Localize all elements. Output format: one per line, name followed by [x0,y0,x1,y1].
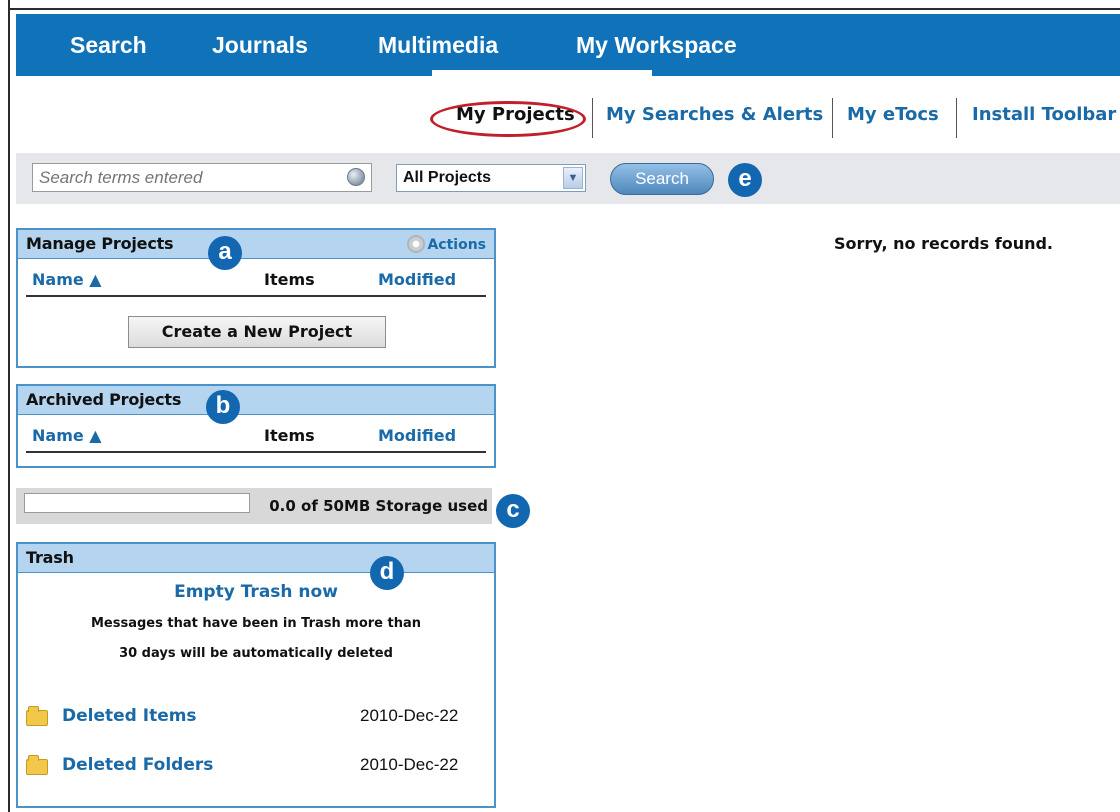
storage-meter: 0.0 of 50MB Storage used [16,488,492,524]
top-navigation-bar: Search Journals Multimedia My Workspace [16,14,1120,78]
manage-projects-panel: Manage Projects Actions Name ▲ Items Mod… [16,228,496,368]
chevron-down-icon[interactable]: ▼ [563,167,583,189]
sort-by-name[interactable]: Name ▲ [32,426,102,445]
deleted-items-link[interactable]: Deleted Items [62,706,197,726]
callout-b: b [206,390,240,424]
active-tab-indicator [432,70,652,78]
callout-c: c [496,494,530,528]
folder-icon [26,755,48,775]
search-button[interactable]: Search [610,163,714,195]
empty-trash-link[interactable]: Empty Trash now [18,582,494,602]
panel-header: Trash [18,544,494,573]
callout-d: d [370,556,404,590]
panel-title: Trash [26,548,74,567]
divider [26,451,486,453]
storage-progress-bar [24,493,250,513]
magnifier-icon[interactable] [347,168,365,186]
panel-title: Manage Projects [26,234,174,253]
no-records-message: Sorry, no records found. [834,234,1054,253]
callout-e: e [728,163,762,197]
trash-message-line-2: 30 days will be automatically deleted [119,646,393,661]
panel-header: Manage Projects Actions [18,230,494,259]
subnav-my-searches-alerts[interactable]: My Searches & Alerts [606,104,823,125]
divider [26,295,486,297]
trash-message-line-1: Messages that have been in Trash more th… [90,616,422,631]
sort-by-modified[interactable]: Modified [378,426,456,445]
trash-panel: Trash Empty Trash now Messages that have… [16,542,496,808]
items-column-header: Items [264,270,315,289]
nav-my-workspace[interactable]: My Workspace [576,32,737,59]
scope-select-value: All Projects [403,169,492,186]
panel-header: Archived Projects [18,386,494,415]
actions-menu[interactable]: Actions [407,235,486,253]
create-project-button[interactable]: Create a New Project [128,316,386,348]
storage-label: 0.0 of 50MB Storage used [269,497,488,515]
nav-journals[interactable]: Journals [212,32,308,59]
callout-a: a [208,236,242,270]
sort-by-name[interactable]: Name ▲ [32,270,102,289]
project-scope-select[interactable]: All Projects ▼ [396,164,586,192]
subnav-separator [592,98,593,138]
search-input[interactable] [37,164,331,191]
subnav-separator [956,98,957,138]
deleted-folders-link[interactable]: Deleted Folders [62,755,213,775]
search-box [32,163,372,192]
column-headers: Name ▲ Items Modified [32,270,484,292]
frame-border-top [8,8,1120,10]
gear-icon [407,235,426,253]
folder-icon [26,706,48,726]
deleted-folders-date: 2010-Dec-22 [360,755,459,774]
column-headers: Name ▲ Items Modified [32,426,484,448]
subnav-separator [832,98,833,138]
sort-by-modified[interactable]: Modified [378,270,456,289]
nav-search[interactable]: Search [70,32,147,59]
archived-projects-panel: Archived Projects Name ▲ Items Modified [16,384,496,468]
list-item: Deleted Items 2010-Dec-22 [26,706,486,730]
list-item: Deleted Folders 2010-Dec-22 [26,755,486,779]
actions-label: Actions [427,237,486,253]
panel-title: Archived Projects [26,390,182,409]
deleted-items-date: 2010-Dec-22 [360,706,459,725]
highlight-oval [430,101,586,137]
subnav-my-etocs[interactable]: My eTocs [847,104,939,125]
items-column-header: Items [264,426,315,445]
subnav-install-toolbar[interactable]: Install Toolbar [972,104,1116,125]
nav-multimedia[interactable]: Multimedia [378,32,498,59]
